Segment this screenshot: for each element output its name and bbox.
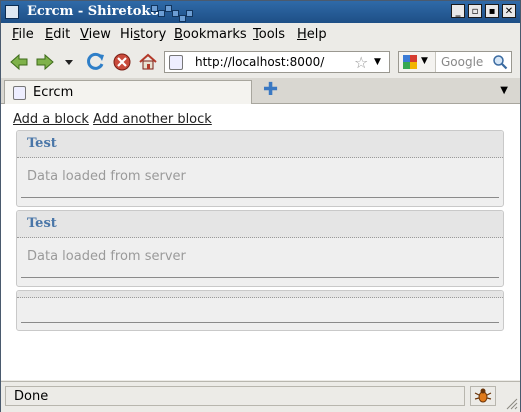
tab-favicon-icon: [13, 86, 26, 100]
firebug-icon[interactable]: [470, 386, 496, 406]
history-dropdown-icon[interactable]: [63, 53, 75, 71]
new-tab-plus-icon[interactable]: ✚: [263, 81, 278, 99]
tab-ecrcm[interactable]: Ecrcm: [4, 80, 252, 104]
page-content: Add a block Add another block Test Data …: [1, 104, 520, 380]
page-favicon-icon: [169, 55, 183, 70]
menu-bar: File Edit View History Bookmarks Tools H…: [1, 23, 520, 45]
block-header: [17, 131, 503, 158]
status-bar: Done: [1, 381, 520, 412]
tab-label: Ecrcm: [33, 85, 74, 100]
menu-history[interactable]: History: [120, 27, 166, 42]
search-icon[interactable]: [492, 54, 508, 70]
block-header: [17, 211, 503, 238]
window-menu-icon[interactable]: [5, 5, 19, 19]
resize-grip-icon[interactable]: [504, 396, 518, 410]
search-engine-selector[interactable]: ▼: [399, 52, 436, 72]
block-divider: [21, 277, 499, 278]
add-block-link[interactable]: Add a block: [13, 112, 89, 127]
block-2: Test Data loaded from server: [16, 210, 504, 287]
menu-bookmarks[interactable]: Bookmarks: [174, 27, 247, 42]
block-divider: [21, 197, 499, 198]
menu-help[interactable]: Help: [297, 27, 327, 42]
title-decoration: [151, 5, 211, 22]
stop-icon[interactable]: [112, 52, 132, 72]
url-dropdown-icon[interactable]: ▼: [374, 57, 381, 67]
forward-arrow-icon[interactable]: [35, 52, 55, 72]
menu-view[interactable]: View: [80, 27, 111, 42]
block-body-text: Data loaded from server: [27, 169, 186, 184]
tab-list-dropdown-icon[interactable]: ▼: [500, 85, 508, 96]
block-title[interactable]: Test: [27, 216, 57, 231]
search-placeholder: Google: [441, 55, 484, 69]
home-icon[interactable]: [138, 52, 158, 72]
google-logo-icon: [403, 55, 417, 69]
block-links: Add a block Add another block: [13, 112, 212, 127]
search-box[interactable]: ▼ Google: [398, 51, 512, 73]
minimize-button[interactable]: _: [451, 4, 465, 18]
menu-edit[interactable]: Edit: [45, 27, 70, 42]
url-text: http://localhost:8000/: [195, 55, 325, 69]
window-title: Ecrcm - Shiretoko: [27, 4, 160, 19]
block-title[interactable]: Test: [27, 136, 57, 151]
browser-window: Ecrcm - Shiretoko _ ▫ ▪ ✕ File Edit View…: [0, 0, 521, 412]
back-arrow-icon[interactable]: [9, 52, 29, 72]
block-body-text: Data loaded from server: [27, 249, 186, 264]
bug-icon: [474, 388, 492, 403]
maximize-button[interactable]: ▪: [485, 4, 499, 18]
restore-button[interactable]: ▫: [468, 4, 482, 18]
add-another-block-link[interactable]: Add another block: [93, 112, 212, 127]
block-divider: [21, 322, 499, 323]
block-header: [17, 291, 503, 298]
menu-file[interactable]: File: [12, 27, 34, 42]
title-bar: Ecrcm - Shiretoko _ ▫ ▪ ✕: [1, 1, 520, 23]
reload-icon[interactable]: [86, 52, 106, 72]
engine-dropdown-icon: ▼: [421, 56, 428, 66]
close-button[interactable]: ✕: [502, 4, 516, 18]
block-1: Test Data loaded from server: [16, 130, 504, 207]
status-panel: Done: [5, 386, 465, 406]
bookmark-star-icon[interactable]: ☆: [354, 53, 368, 72]
url-bar[interactable]: http://localhost:8000/ ☆ ▼: [164, 51, 390, 73]
menu-tools[interactable]: Tools: [253, 27, 285, 42]
status-text: Done: [14, 389, 49, 404]
block-3: [16, 290, 504, 331]
